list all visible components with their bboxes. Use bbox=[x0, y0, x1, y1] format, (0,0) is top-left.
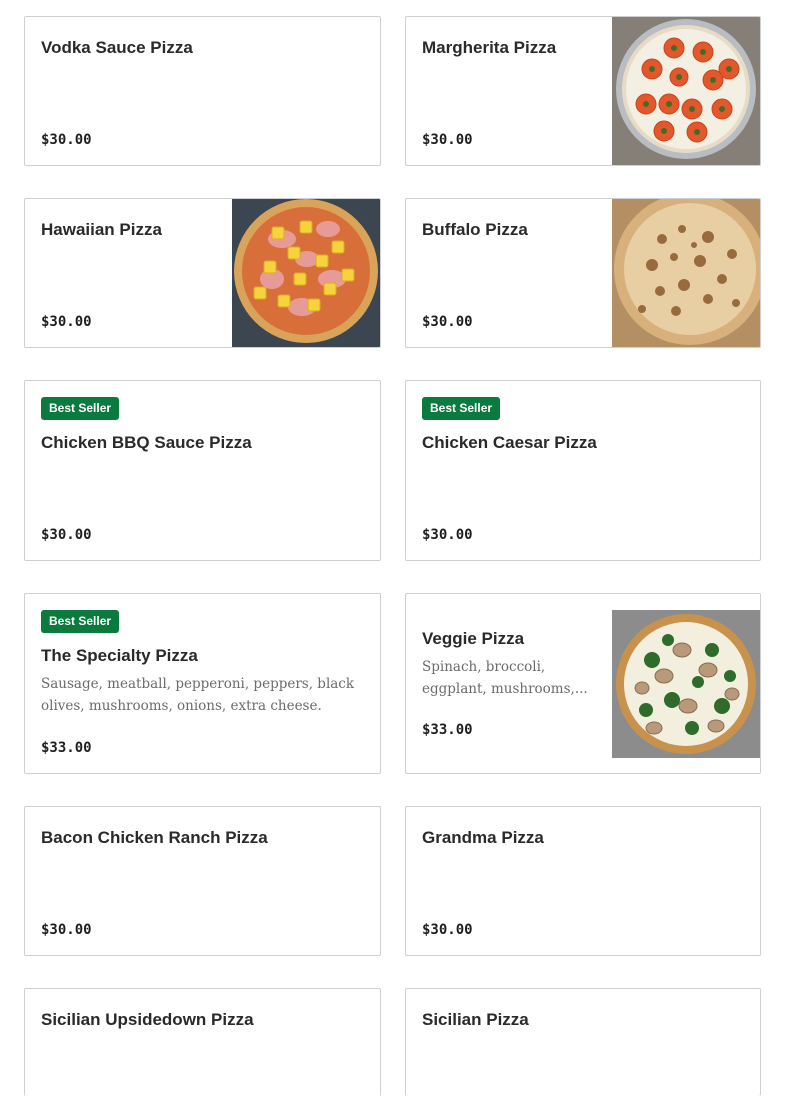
best-seller-badge: Best Seller bbox=[41, 610, 120, 633]
item-price: $33.00 bbox=[422, 722, 473, 738]
menu-item-buffalo-pizza[interactable]: Buffalo Pizza $30.00 bbox=[405, 198, 761, 348]
item-price: $30.00 bbox=[422, 922, 473, 938]
hawaiian-pizza-image bbox=[232, 199, 380, 347]
item-price: $33.00 bbox=[41, 740, 92, 756]
item-title: Bacon Chicken Ranch Pizza bbox=[41, 828, 268, 847]
item-price: $30.00 bbox=[41, 132, 92, 148]
item-title: Sicilian Pizza bbox=[422, 1010, 529, 1029]
item-description: Spinach, broccoli, eggplant, mushrooms,.… bbox=[422, 659, 588, 697]
margherita-pizza-image bbox=[612, 17, 760, 165]
menu-item-grandma-pizza[interactable]: Grandma Pizza $30.00 bbox=[405, 806, 761, 956]
menu-item-vodka-sauce-pizza[interactable]: Vodka Sauce Pizza $30.00 bbox=[24, 16, 381, 166]
item-title: Buffalo Pizza bbox=[422, 220, 528, 239]
item-price: $30.00 bbox=[41, 922, 92, 938]
item-price: $30.00 bbox=[41, 314, 92, 330]
best-seller-badge: Best Seller bbox=[422, 397, 501, 420]
menu-item-chicken-caesar-pizza[interactable]: Best Seller Chicken Caesar Pizza $30.00 bbox=[405, 380, 761, 561]
buffalo-pizza-image bbox=[612, 199, 760, 347]
item-price: $30.00 bbox=[422, 527, 473, 543]
item-description: Sausage, meatball, pepperoni, peppers, b… bbox=[41, 676, 355, 714]
item-title: Margherita Pizza bbox=[422, 38, 557, 57]
menu-item-chicken-bbq-sauce-pizza[interactable]: Best Seller Chicken BBQ Sauce Pizza $30.… bbox=[24, 380, 381, 561]
menu-item-bacon-chicken-ranch-pizza[interactable]: Bacon Chicken Ranch Pizza $30.00 bbox=[24, 806, 381, 956]
veggie-pizza-image bbox=[612, 610, 760, 758]
menu-item-sicilian-pizza[interactable]: Sicilian Pizza bbox=[405, 988, 761, 1096]
item-title: Chicken Caesar Pizza bbox=[422, 433, 597, 452]
item-title: Chicken BBQ Sauce Pizza bbox=[41, 433, 252, 452]
item-title: Grandma Pizza bbox=[422, 828, 544, 847]
menu-item-the-specialty-pizza[interactable]: Best Seller The Specialty Pizza Sausage,… bbox=[24, 593, 381, 774]
menu-item-hawaiian-pizza[interactable]: Hawaiian Pizza $30.00 bbox=[24, 198, 381, 348]
menu-item-margherita-pizza[interactable]: Margherita Pizza $30.00 bbox=[405, 16, 761, 166]
item-title: Sicilian Upsidedown Pizza bbox=[41, 1010, 254, 1029]
best-seller-badge: Best Seller bbox=[41, 397, 120, 420]
menu-item-sicilian-upsidedown-pizza[interactable]: Sicilian Upsidedown Pizza bbox=[24, 988, 381, 1096]
item-price: $30.00 bbox=[41, 527, 92, 543]
item-title: Hawaiian Pizza bbox=[41, 220, 162, 239]
item-price: $30.00 bbox=[422, 314, 473, 330]
item-title: Vodka Sauce Pizza bbox=[41, 38, 193, 57]
item-title: The Specialty Pizza bbox=[41, 646, 198, 665]
item-title: Veggie Pizza bbox=[422, 629, 525, 648]
menu-item-veggie-pizza[interactable]: Veggie Pizza Spinach, broccoli, eggplant… bbox=[405, 593, 761, 774]
item-price: $30.00 bbox=[422, 132, 473, 148]
